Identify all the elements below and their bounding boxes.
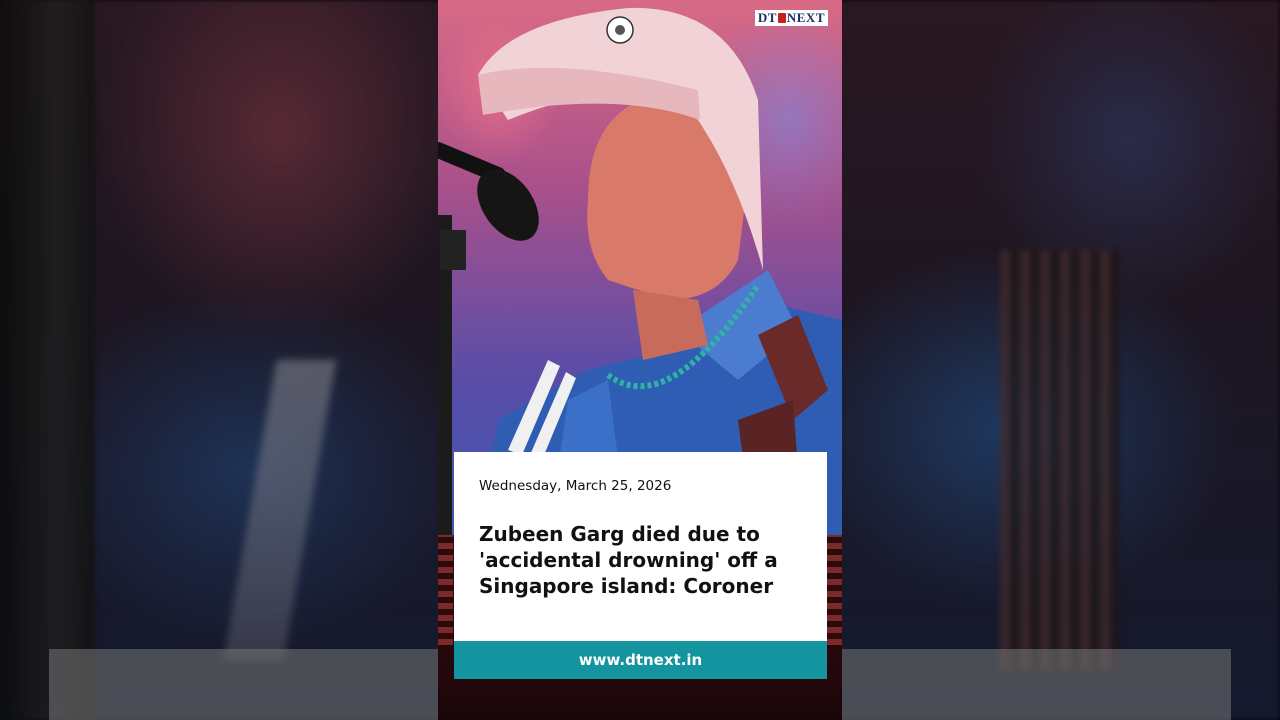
source-url-bar[interactable]: www.dtnext.in bbox=[454, 641, 827, 679]
brand-logo: DT NEXT bbox=[754, 10, 828, 26]
short-video-frame[interactable]: DT NEXT Wednesday, March 25, 2026 Zubeen… bbox=[438, 0, 842, 720]
source-url[interactable]: www.dtnext.in bbox=[579, 651, 702, 669]
article-headline: Zubeen Garg died due to 'accidental drow… bbox=[479, 522, 778, 598]
strip-pattern-right bbox=[827, 535, 842, 645]
logo-text-left: DT bbox=[757, 10, 777, 25]
logo-mark-icon bbox=[777, 13, 786, 23]
logo-text-right: NEXT bbox=[786, 10, 825, 25]
article-date: Wednesday, March 25, 2026 bbox=[479, 478, 672, 494]
strip-pattern-left bbox=[438, 535, 453, 645]
headline-card: Wednesday, March 25, 2026 Zubeen Garg di… bbox=[454, 452, 827, 641]
